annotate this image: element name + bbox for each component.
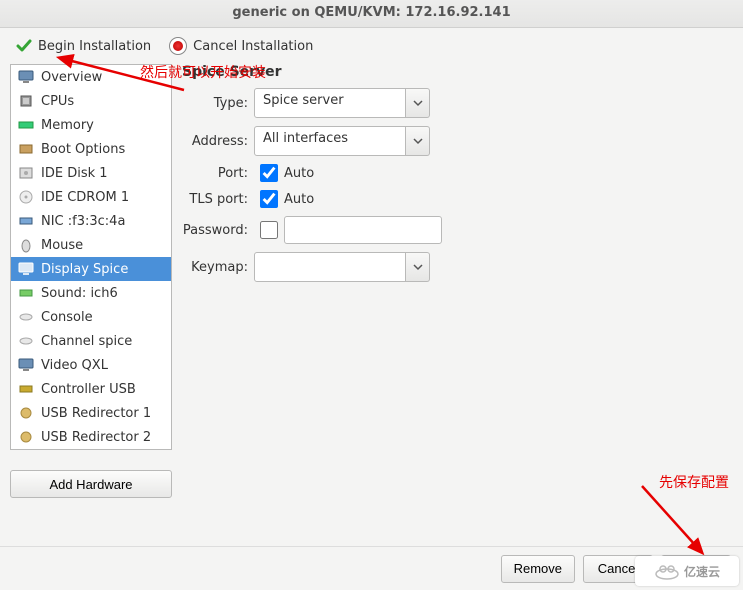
sidebar-item-label: Overview <box>41 70 102 85</box>
video-icon <box>17 356 35 374</box>
row-password: Password: <box>182 216 723 244</box>
label-address: Address: <box>182 134 254 149</box>
toolbar: Begin Installation Cancel Installation <box>0 28 743 64</box>
sidebar-item-ide-cdrom[interactable]: IDE CDROM 1 <box>11 185 171 209</box>
label-keymap: Keymap: <box>182 260 254 275</box>
sidebar-item-label: Video QXL <box>41 358 108 373</box>
port-auto-label: Auto <box>284 166 314 181</box>
keymap-combo-value <box>254 252 406 282</box>
sidebar-item-label: Memory <box>41 118 94 133</box>
sidebar-item-boot-options[interactable]: Boot Options <box>11 137 171 161</box>
address-combo-value: All interfaces <box>254 126 406 156</box>
label-port: Port: <box>182 166 254 181</box>
remove-button[interactable]: Remove <box>501 555 575 583</box>
sidebar-item-controller-usb[interactable]: Controller USB <box>11 377 171 401</box>
sidebar-item-ide-disk[interactable]: IDE Disk 1 <box>11 161 171 185</box>
sidebar-item-nic[interactable]: NIC :f3:3c:4a <box>11 209 171 233</box>
panel-title: Spice Server <box>182 64 723 80</box>
cdrom-icon <box>17 188 35 206</box>
sidebar-item-display-spice[interactable]: Display Spice <box>11 257 171 281</box>
sidebar-item-label: Channel spice <box>41 334 132 349</box>
cpu-icon <box>17 92 35 110</box>
cancel-installation-label: Cancel Installation <box>193 39 313 54</box>
sidebar-item-overview[interactable]: Overview <box>11 65 171 89</box>
label-password: Password: <box>182 223 254 238</box>
sidebar-item-label: Controller USB <box>41 382 136 397</box>
chevron-down-icon[interactable] <box>406 126 430 156</box>
channel-icon <box>17 332 35 350</box>
cancel-installation-button[interactable]: Cancel Installation <box>163 34 319 58</box>
type-combo[interactable]: Spice server <box>254 88 430 118</box>
row-tls-port: TLS port: Auto <box>182 190 723 208</box>
sidebar-item-label: Display Spice <box>41 262 128 277</box>
type-combo-value: Spice server <box>254 88 406 118</box>
network-icon <box>17 212 35 230</box>
chevron-down-icon[interactable] <box>406 252 430 282</box>
password-enable-checkbox[interactable] <box>260 221 278 239</box>
port-auto-checkbox[interactable] <box>260 164 278 182</box>
row-address: Address: All interfaces <box>182 126 723 156</box>
watermark-logo: 亿速云 <box>635 556 739 586</box>
window-title: generic on QEMU/KVM: 172.16.92.141 <box>232 5 510 20</box>
sidebar-item-cpus[interactable]: CPUs <box>11 89 171 113</box>
address-combo[interactable]: All interfaces <box>254 126 430 156</box>
password-input[interactable] <box>284 216 442 244</box>
content-area: Overview CPUs Memory Boot Options IDE Di… <box>0 64 743 450</box>
hardware-sidebar: Overview CPUs Memory Boot Options IDE Di… <box>10 64 172 450</box>
display-icon <box>17 260 35 278</box>
controller-icon <box>17 380 35 398</box>
monitor-icon <box>17 68 35 86</box>
add-hardware-button[interactable]: Add Hardware <box>10 470 172 498</box>
sidebar-item-console[interactable]: Console <box>11 305 171 329</box>
boot-icon <box>17 140 35 158</box>
tls-auto-label: Auto <box>284 192 314 207</box>
sidebar-item-label: Console <box>41 310 93 325</box>
sidebar-item-usb-redirector-1[interactable]: USB Redirector 1 <box>11 401 171 425</box>
watermark-text: 亿速云 <box>684 563 720 580</box>
keymap-combo[interactable] <box>254 252 430 282</box>
check-icon <box>16 38 32 54</box>
chevron-down-icon[interactable] <box>406 88 430 118</box>
annotation-bottom: 先保存配置 <box>659 472 729 492</box>
row-type: Type: Spice server <box>182 88 723 118</box>
tls-auto-checkbox[interactable] <box>260 190 278 208</box>
console-icon <box>17 308 35 326</box>
sidebar-item-channel-spice[interactable]: Channel spice <box>11 329 171 353</box>
cancel-icon <box>169 37 187 55</box>
bottom-action-bar: Remove Cancel Apply <box>0 546 743 590</box>
row-port: Port: Auto <box>182 164 723 182</box>
sidebar-item-label: NIC :f3:3c:4a <box>41 214 125 229</box>
sidebar-item-label: IDE CDROM 1 <box>41 190 129 205</box>
sidebar-item-video-qxl[interactable]: Video QXL <box>11 353 171 377</box>
sidebar-item-usb-redirector-2[interactable]: USB Redirector 2 <box>11 425 171 449</box>
sidebar-item-label: USB Redirector 1 <box>41 406 151 421</box>
disk-icon <box>17 164 35 182</box>
begin-installation-label: Begin Installation <box>38 39 151 54</box>
label-type: Type: <box>182 96 254 111</box>
usb-icon <box>17 404 35 422</box>
sidebar-item-mouse[interactable]: Mouse <box>11 233 171 257</box>
sound-icon <box>17 284 35 302</box>
sidebar-item-label: USB Redirector 2 <box>41 430 151 445</box>
usb-icon <box>17 428 35 446</box>
sidebar-item-label: Mouse <box>41 238 83 253</box>
sidebar-item-label: IDE Disk 1 <box>41 166 108 181</box>
memory-icon <box>17 116 35 134</box>
begin-installation-button[interactable]: Begin Installation <box>10 35 157 57</box>
sidebar-item-sound[interactable]: Sound: ich6 <box>11 281 171 305</box>
sidebar-item-memory[interactable]: Memory <box>11 113 171 137</box>
label-tls-port: TLS port: <box>182 192 254 207</box>
sidebar-item-label: Sound: ich6 <box>41 286 118 301</box>
mouse-icon <box>17 236 35 254</box>
row-keymap: Keymap: <box>182 252 723 282</box>
sidebar-item-label: CPUs <box>41 94 74 109</box>
details-panel: Spice Server Type: Spice server Address:… <box>172 64 733 450</box>
sidebar-item-label: Boot Options <box>41 142 125 157</box>
window-title-bar: generic on QEMU/KVM: 172.16.92.141 <box>0 0 743 28</box>
